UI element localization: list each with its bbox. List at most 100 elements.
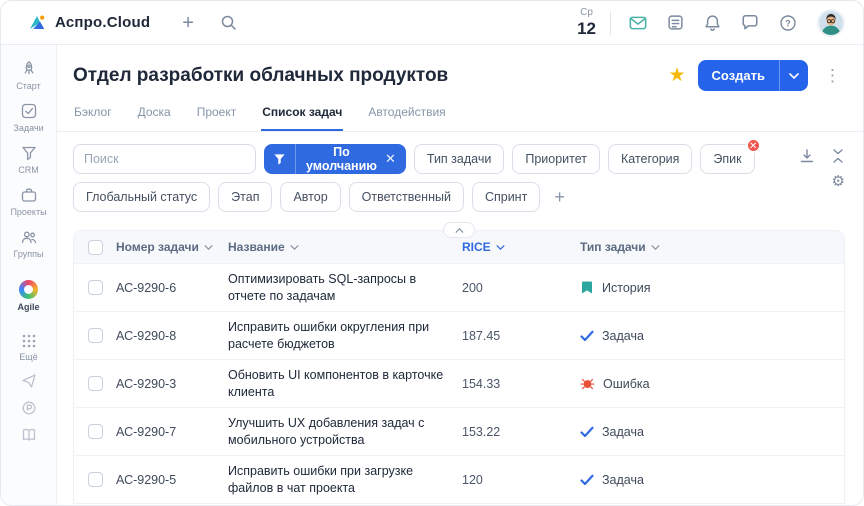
task-name[interactable]: Оптимизировать SQL-запросы в отчете по з… bbox=[228, 264, 462, 311]
column-header-rice[interactable]: RICE bbox=[462, 240, 580, 254]
sidebar: Старт Задачи CRM bbox=[1, 45, 57, 505]
tab-backlog[interactable]: Бэклог bbox=[73, 105, 113, 131]
table-row[interactable]: АС-9290-3 Обновить UI компонентов в карт… bbox=[74, 359, 844, 407]
preset-filter-button[interactable]: По умолчанию ✕ bbox=[264, 144, 406, 174]
notes-icon[interactable] bbox=[667, 14, 684, 31]
sidebar-item-label: CRM bbox=[18, 165, 39, 175]
task-number[interactable]: АС-9290-5 bbox=[116, 473, 228, 487]
people-icon bbox=[20, 228, 38, 246]
column-header-number[interactable]: Номер задачи bbox=[116, 240, 228, 254]
book-icon[interactable] bbox=[1, 422, 56, 449]
column-header-type[interactable]: Тип задачи bbox=[580, 240, 844, 254]
task-check-icon bbox=[580, 330, 594, 342]
remove-filter-badge-icon[interactable]: ✕ bbox=[746, 138, 761, 153]
row-checkbox[interactable] bbox=[88, 280, 103, 295]
help-icon[interactable]: ? bbox=[779, 14, 797, 32]
task-number[interactable]: АС-9290-3 bbox=[116, 377, 228, 391]
filter-chip-label: Автор bbox=[293, 190, 327, 204]
column-label: RICE bbox=[462, 240, 491, 254]
sidebar-item-label: Группы bbox=[14, 249, 44, 259]
filter-chip[interactable]: Автор ✕ bbox=[280, 182, 340, 212]
task-type: Ошибка bbox=[580, 376, 844, 391]
task-rice-value: 120 bbox=[462, 473, 580, 487]
sidebar-item-crm[interactable]: CRM bbox=[1, 139, 56, 181]
bell-icon[interactable] bbox=[704, 14, 721, 32]
tab-project[interactable]: Проект bbox=[196, 105, 238, 131]
add-filter-button[interactable]: + bbox=[548, 188, 571, 206]
filter-chip[interactable]: Эпик ✕ bbox=[700, 144, 754, 174]
sidebar-item-start[interactable]: Старт bbox=[1, 55, 56, 97]
task-name[interactable]: Исправить ошибки при загрузке файлов в ч… bbox=[228, 456, 462, 503]
page-header: Отдел разработки облачных продуктов ★ Со… bbox=[57, 45, 863, 91]
task-type-label: История bbox=[602, 281, 650, 295]
filter-chip[interactable]: Этап ✕ bbox=[218, 182, 272, 212]
tab-board[interactable]: Доска bbox=[137, 105, 172, 131]
task-number[interactable]: АС-9290-8 bbox=[116, 329, 228, 343]
filter-chip[interactable]: Спринт ✕ bbox=[472, 182, 540, 212]
kebab-menu-icon[interactable]: ⋮ bbox=[820, 65, 845, 86]
create-button[interactable]: Создать bbox=[698, 60, 808, 91]
task-number[interactable]: АС-9290-7 bbox=[116, 425, 228, 439]
topbar: Аспро.Cloud + Ср 12 bbox=[1, 1, 863, 45]
paper-plane-icon[interactable] bbox=[1, 368, 56, 395]
filter-chip[interactable]: Ответственный ✕ bbox=[349, 182, 464, 212]
collapse-rows-icon[interactable] bbox=[831, 148, 845, 164]
calendar-date[interactable]: Ср 12 bbox=[577, 8, 596, 37]
filter-chip[interactable]: Тип задачи ✕ bbox=[414, 144, 504, 174]
sidebar-item-groups[interactable]: Группы bbox=[1, 223, 56, 265]
search-input[interactable] bbox=[73, 144, 256, 174]
task-number[interactable]: АС-9290-6 bbox=[116, 281, 228, 295]
column-label: Номер задачи bbox=[116, 240, 199, 254]
tab-task-list[interactable]: Список задач bbox=[261, 105, 343, 131]
download-icon[interactable] bbox=[799, 148, 815, 164]
avatar[interactable] bbox=[817, 9, 845, 37]
task-rice-value: 200 bbox=[462, 281, 580, 295]
table-row[interactable]: АС-9290-8 Исправить ошибки округления пр… bbox=[74, 311, 844, 359]
task-name[interactable]: Исправить ошибки округления при расчете … bbox=[228, 312, 462, 359]
table-row[interactable]: АС-9290-5 Исправить ошибки при загрузке … bbox=[74, 455, 844, 503]
task-name[interactable]: Улучшить UX добавления задач с мобильног… bbox=[228, 408, 462, 455]
collapse-table-icon[interactable] bbox=[443, 222, 475, 238]
search-icon[interactable] bbox=[220, 14, 237, 31]
create-button-label: Создать bbox=[698, 60, 779, 91]
filter-chip-label: Ответственный bbox=[362, 190, 451, 204]
task-type-label: Задача bbox=[602, 473, 644, 487]
briefcase-icon bbox=[20, 186, 38, 204]
filter-panel: По умолчанию ✕ Тип задачи ✕ Приоритет ✕ … bbox=[57, 132, 863, 220]
quick-add-button[interactable]: + bbox=[182, 13, 194, 33]
column-header-name[interactable]: Название bbox=[228, 240, 462, 254]
chevron-down-icon[interactable] bbox=[779, 60, 808, 91]
row-checkbox[interactable] bbox=[88, 424, 103, 439]
row-checkbox[interactable] bbox=[88, 376, 103, 391]
task-type-label: Задача bbox=[602, 425, 644, 439]
row-checkbox[interactable] bbox=[88, 472, 103, 487]
tab-bar: Бэклог Доска Проект Список задач Автодей… bbox=[57, 91, 863, 132]
filter-chip-label: Категория bbox=[621, 152, 679, 166]
sidebar-item-projects[interactable]: Проекты bbox=[1, 181, 56, 223]
task-check-icon bbox=[580, 474, 594, 486]
task-type: Задача bbox=[580, 473, 844, 487]
sidebar-item-more[interactable]: Ещё bbox=[1, 328, 56, 368]
table-row[interactable]: АС-9290-7 Улучшить UX добавления задач с… bbox=[74, 407, 844, 455]
chat-icon[interactable] bbox=[741, 14, 759, 31]
table-row[interactable]: АС-9290-6 Оптимизировать SQL-запросы в о… bbox=[74, 263, 844, 311]
sidebar-item-agile[interactable]: Agile bbox=[1, 275, 56, 318]
filter-chip[interactable]: Глобальный статус ✕ bbox=[73, 182, 210, 212]
filter-chip-label: Этап bbox=[231, 190, 259, 204]
app-window: Аспро.Cloud + Ср 12 bbox=[0, 0, 864, 506]
sidebar-item-tasks[interactable]: Задачи bbox=[1, 97, 56, 139]
filter-chip[interactable]: Категория ✕ bbox=[608, 144, 692, 174]
task-type: История bbox=[580, 280, 844, 295]
task-name[interactable]: Обновить UI компонентов в карточке клиен… bbox=[228, 360, 462, 407]
mail-icon[interactable] bbox=[629, 15, 647, 31]
brand-name: Аспро.Cloud bbox=[55, 14, 150, 31]
clear-preset-icon[interactable]: ✕ bbox=[385, 151, 406, 167]
row-checkbox[interactable] bbox=[88, 328, 103, 343]
favorite-star-icon[interactable]: ★ bbox=[668, 66, 685, 85]
select-all-checkbox[interactable] bbox=[88, 240, 103, 255]
brand[interactable]: Аспро.Cloud bbox=[27, 13, 150, 33]
gear-icon[interactable]: ⚙ bbox=[832, 172, 845, 190]
tab-automations[interactable]: Автодействия bbox=[367, 105, 446, 131]
filter-chip[interactable]: Приоритет ✕ bbox=[512, 144, 600, 174]
coin-icon[interactable] bbox=[1, 395, 56, 422]
